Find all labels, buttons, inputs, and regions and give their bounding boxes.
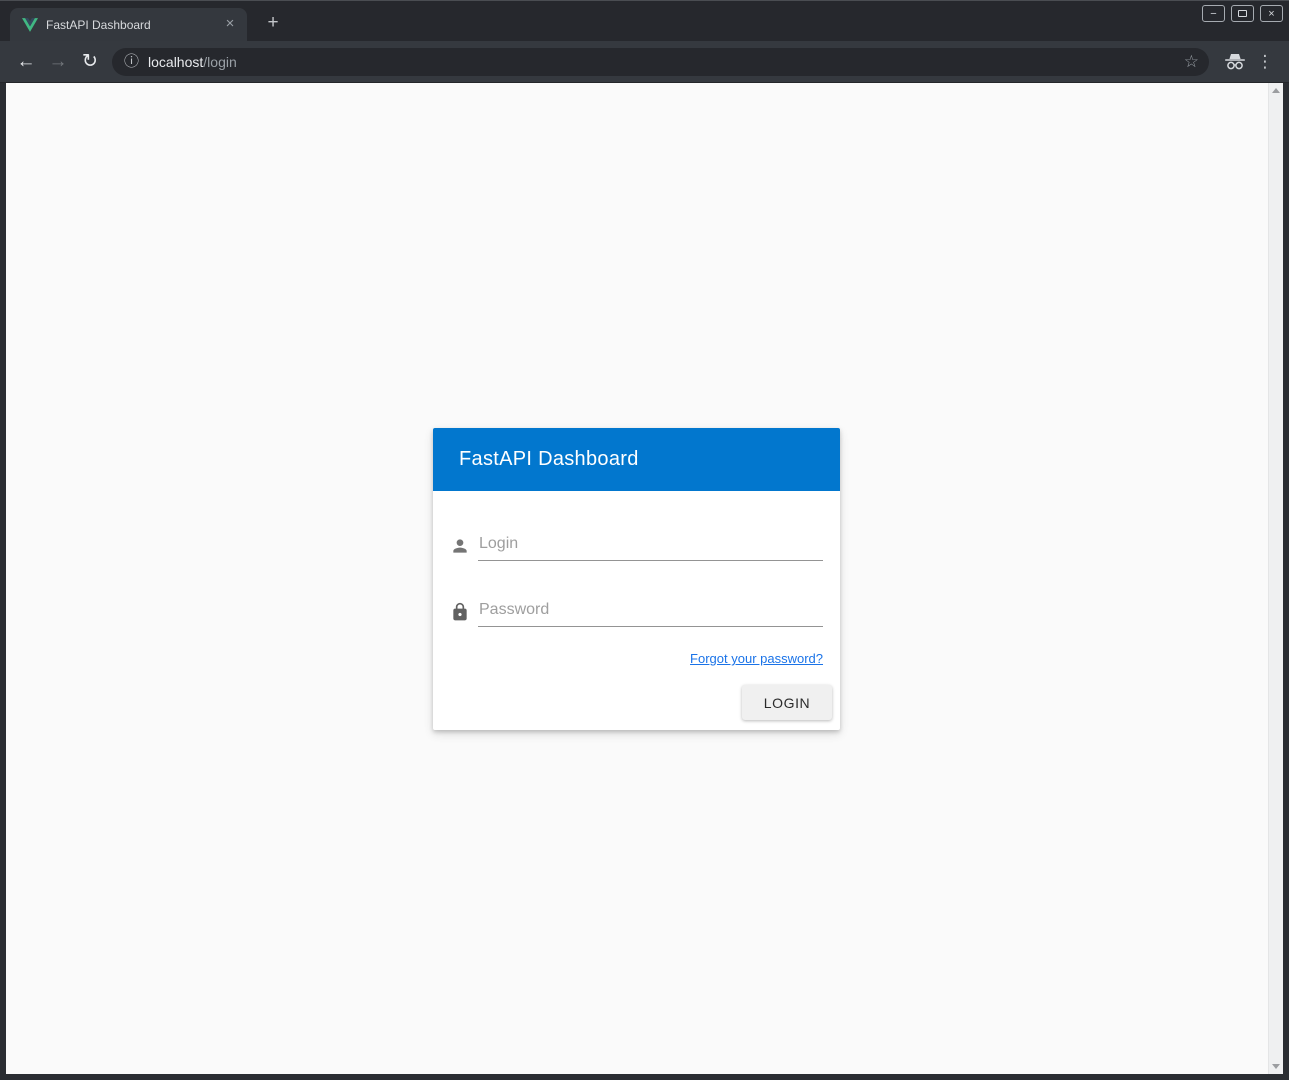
maximize-button[interactable] — [1231, 5, 1254, 22]
tab-close-icon[interactable]: × — [221, 16, 239, 34]
login-card-body: Forgot your password? LOGIN — [433, 491, 840, 730]
page-scrollbar[interactable] — [1268, 83, 1283, 1074]
browser-tab[interactable]: FastAPI Dashboard × — [10, 8, 247, 41]
scrollbar-down-icon[interactable] — [1272, 1064, 1280, 1069]
login-card-header: FastAPI Dashboard — [433, 428, 840, 491]
password-input[interactable] — [478, 597, 823, 627]
forgot-password-row: Forgot your password? — [450, 650, 823, 668]
tab-strip: FastAPI Dashboard × + − × — [0, 1, 1289, 41]
scrollbar-up-icon[interactable] — [1272, 88, 1280, 93]
page-content: FastAPI Dashboard Forgot your passwo — [6, 83, 1283, 1074]
forgot-password-link[interactable]: Forgot your password? — [690, 651, 823, 666]
url-path: /login — [203, 54, 236, 70]
browser-window: FastAPI Dashboard × + − × ← → ↻ ⓘ localh… — [0, 0, 1289, 1080]
login-card-title: FastAPI Dashboard — [459, 448, 639, 471]
reload-button[interactable]: ↻ — [74, 46, 106, 78]
login-button[interactable]: LOGIN — [742, 685, 832, 720]
bookmark-star-icon[interactable]: ☆ — [1184, 53, 1199, 70]
site-info-icon[interactable]: ⓘ — [124, 54, 139, 69]
login-input[interactable] — [478, 531, 823, 561]
new-tab-button[interactable]: + — [260, 10, 286, 36]
browser-toolbar: ← → ↻ ⓘ localhost/login ☆ ⋮ — [0, 41, 1289, 83]
address-bar[interactable]: ⓘ localhost/login ☆ — [112, 48, 1209, 76]
tab-title: FastAPI Dashboard — [46, 18, 213, 32]
close-button[interactable]: × — [1260, 5, 1283, 22]
maximize-icon — [1238, 10, 1247, 17]
login-field-row — [450, 531, 823, 561]
window-controls: − × — [1202, 5, 1283, 22]
forward-button[interactable]: → — [42, 46, 74, 78]
vue-favicon-icon — [22, 17, 38, 33]
lock-icon — [450, 602, 470, 622]
url-host: localhost — [148, 54, 203, 70]
person-icon — [450, 536, 470, 556]
login-card: FastAPI Dashboard Forgot your passwo — [433, 428, 840, 730]
login-button-row: LOGIN — [450, 685, 832, 720]
minimize-button[interactable]: − — [1202, 5, 1225, 22]
password-field-row — [450, 597, 823, 627]
browser-menu-icon[interactable]: ⋮ — [1251, 48, 1279, 76]
url-text: localhost/login — [148, 54, 237, 70]
back-button[interactable]: ← — [10, 46, 42, 78]
incognito-icon — [1223, 54, 1247, 70]
